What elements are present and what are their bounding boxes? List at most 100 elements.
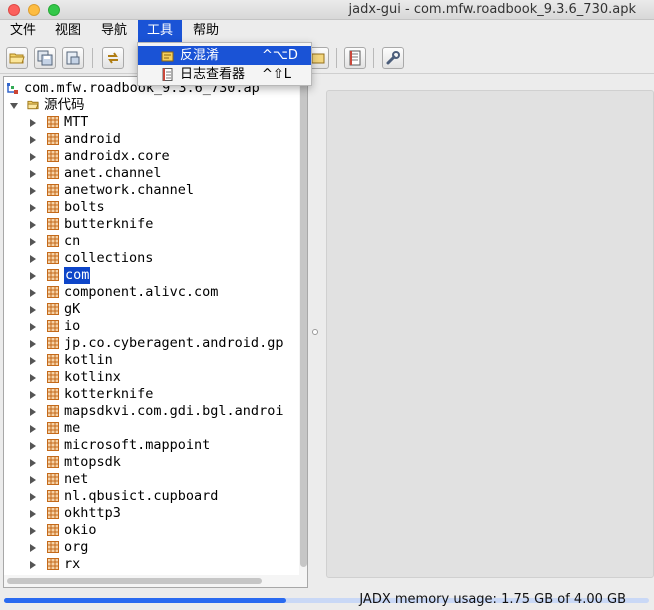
expand-arrow-icon[interactable]: [30, 510, 36, 518]
expand-arrow-icon[interactable]: [30, 221, 36, 229]
tree-package-node[interactable]: kotterknife: [4, 386, 296, 403]
project-tree[interactable]: com.mfw.roadbook_9.3.6_730.ap 源代码 MTT and…: [3, 76, 308, 588]
log-button[interactable]: [344, 47, 366, 69]
tree-package-node[interactable]: jp.co.cyberagent.android.gp: [4, 335, 296, 352]
package-icon: [47, 456, 59, 468]
package-icon: [47, 269, 59, 281]
tools-menu-dropdown: 反混淆 ^⌥D 日志查看器 ^⇧L: [137, 42, 312, 86]
tree-package-node[interactable]: androidx.core: [4, 148, 296, 165]
menu-view[interactable]: 视图: [46, 20, 90, 42]
tree-vertical-scrollbar[interactable]: [299, 79, 307, 587]
expand-arrow-icon[interactable]: [30, 476, 36, 484]
expand-arrow-icon[interactable]: [30, 442, 36, 450]
tree-package-node[interactable]: org: [4, 539, 296, 556]
tree-horizontal-scrollbar[interactable]: [4, 575, 299, 587]
open-folder-icon: [27, 100, 39, 110]
package-icon: [47, 507, 59, 519]
settings-button[interactable]: [382, 47, 404, 69]
expand-arrow-icon[interactable]: [30, 391, 36, 399]
zoom-window-button[interactable]: [48, 4, 60, 16]
scrollbar-thumb[interactable]: [7, 578, 262, 584]
tree-package-label: okio: [64, 522, 97, 538]
expand-arrow-icon[interactable]: [30, 527, 36, 535]
tree-package-node[interactable]: okio: [4, 522, 296, 539]
tree-package-node[interactable]: anet.channel: [4, 165, 296, 182]
open-button[interactable]: [6, 47, 28, 69]
tree-package-node[interactable]: mapsdkvi.com.gdi.bgl.androi: [4, 403, 296, 420]
tree-package-node[interactable]: bolts: [4, 199, 296, 216]
expand-arrow-icon[interactable]: [30, 340, 36, 348]
tree-package-node[interactable]: rx: [4, 556, 296, 573]
expand-arrow-icon[interactable]: [30, 561, 36, 569]
tree-package-label: androidx.core: [64, 148, 170, 164]
expand-arrow-icon[interactable]: [30, 187, 36, 195]
tree-package-label: mtopsdk: [64, 454, 121, 470]
package-icon: [47, 150, 59, 162]
tree-package-node[interactable]: collections: [4, 250, 296, 267]
tree-package-node[interactable]: cn: [4, 233, 296, 250]
tree-package-node[interactable]: okhttp3: [4, 505, 296, 522]
tree-package-node[interactable]: com: [4, 267, 296, 284]
sync-button[interactable]: [102, 47, 124, 69]
close-window-button[interactable]: [8, 4, 20, 16]
menu-navigation[interactable]: 导航: [92, 20, 136, 42]
expand-arrow-icon[interactable]: [30, 425, 36, 433]
tree-package-label: anet.channel: [64, 165, 162, 181]
tree-package-label: jp.co.cyberagent.android.gp: [64, 335, 284, 351]
expand-arrow-icon[interactable]: [30, 136, 36, 144]
expand-arrow-icon[interactable]: [30, 170, 36, 178]
tree-package-node[interactable]: net: [4, 471, 296, 488]
tree-package-label: butterknife: [64, 216, 154, 232]
window-title: jadx-gui - com.mfw.roadbook_9.3.6_730.ap…: [348, 2, 636, 17]
expand-arrow-icon[interactable]: [30, 374, 36, 382]
expand-arrow-icon[interactable]: [30, 204, 36, 212]
tree-package-node[interactable]: io: [4, 318, 296, 335]
expand-arrow-icon[interactable]: [30, 493, 36, 501]
tree-package-node[interactable]: nl.qbusict.cupboard: [4, 488, 296, 505]
menu-help[interactable]: 帮助: [184, 20, 228, 42]
expand-arrow-icon[interactable]: [30, 255, 36, 263]
expand-arrow-icon[interactable]: [30, 306, 36, 314]
apk-root-icon: [7, 83, 18, 94]
tree-package-node[interactable]: gK: [4, 301, 296, 318]
expand-arrow-icon[interactable]: [30, 272, 36, 280]
expand-arrow-icon[interactable]: [30, 459, 36, 467]
save-all-icon: [37, 50, 53, 66]
expand-arrow-icon[interactable]: [30, 153, 36, 161]
tree-package-label: component.alivc.com: [64, 284, 219, 300]
scrollbar-thumb[interactable]: [300, 83, 307, 567]
expand-arrow-icon[interactable]: [30, 544, 36, 552]
collapse-arrow-icon[interactable]: [10, 103, 18, 109]
tree-package-node[interactable]: butterknife: [4, 216, 296, 233]
expand-arrow-icon[interactable]: [30, 119, 36, 127]
tree-package-label: com: [64, 267, 91, 284]
menu-item-log-viewer[interactable]: 日志查看器 ^⇧L: [138, 65, 311, 84]
splitter-handle[interactable]: [312, 329, 318, 335]
tree-package-node[interactable]: anetwork.channel: [4, 182, 296, 199]
tree-package-node[interactable]: kotlin: [4, 352, 296, 369]
expand-arrow-icon[interactable]: [30, 238, 36, 246]
export-button[interactable]: [62, 47, 84, 69]
tree-source-folder[interactable]: 源代码: [4, 97, 299, 114]
tree-package-node[interactable]: MTT: [4, 114, 296, 131]
minimize-window-button[interactable]: [28, 4, 40, 16]
menu-tools[interactable]: 工具: [138, 20, 183, 42]
log-icon: [349, 50, 361, 66]
sync-icon: [108, 52, 118, 64]
menu-file[interactable]: 文件: [1, 20, 45, 42]
expand-arrow-icon[interactable]: [30, 357, 36, 365]
tree-package-node[interactable]: kotlinx: [4, 369, 296, 386]
package-icon: [47, 320, 59, 332]
tree-package-label: android: [64, 131, 121, 147]
tree-package-node[interactable]: android: [4, 131, 296, 148]
expand-arrow-icon[interactable]: [30, 323, 36, 331]
expand-arrow-icon[interactable]: [30, 408, 36, 416]
tree-package-node[interactable]: microsoft.mappoint: [4, 437, 296, 454]
tree-package-node[interactable]: mtopsdk: [4, 454, 296, 471]
menu-item-deobfuscation[interactable]: 反混淆 ^⌥D: [138, 46, 311, 65]
save-all-button[interactable]: [34, 47, 56, 69]
package-icon: [47, 337, 59, 349]
expand-arrow-icon[interactable]: [30, 289, 36, 297]
tree-package-node[interactable]: me: [4, 420, 296, 437]
tree-package-node[interactable]: component.alivc.com: [4, 284, 296, 301]
